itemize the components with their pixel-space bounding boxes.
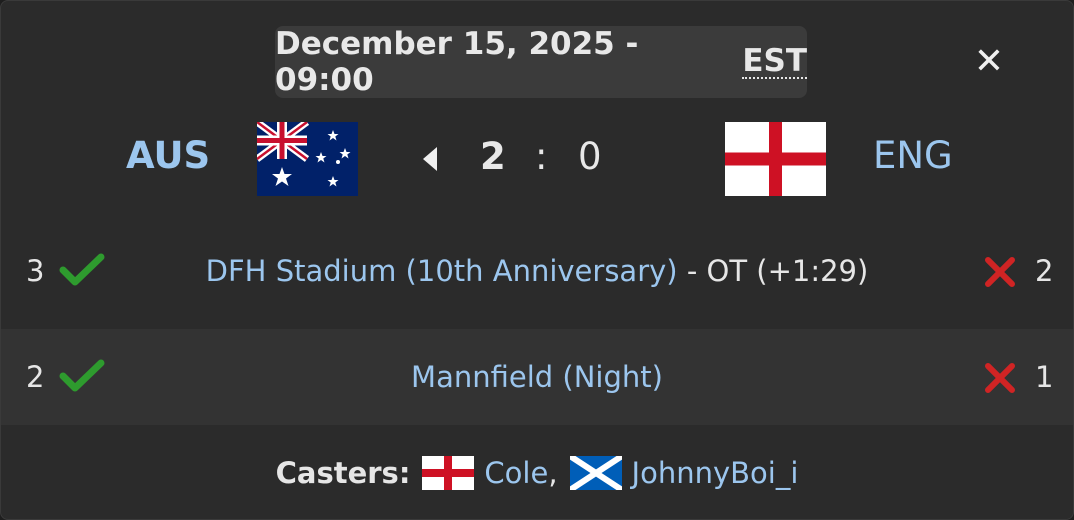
england-flag-icon xyxy=(422,456,475,490)
match-details-panel: December 15, 2025 - 09:00 EST ✕ AUS 2 : … xyxy=(0,0,1074,520)
home-team-code[interactable]: AUS xyxy=(126,134,210,177)
overtime-info: - OT (+1:29) xyxy=(677,254,869,288)
away-game-goals: 1 xyxy=(1035,360,1054,394)
game-info: DFH Stadium (10th Anniversary) - OT (+1:… xyxy=(111,254,963,288)
home-score: 2 xyxy=(480,135,506,178)
previous-arrow-icon[interactable] xyxy=(423,147,437,171)
game-row: 3 DFH Stadium (10th Anniversary) - OT (+… xyxy=(1,223,1073,319)
score-separator: : xyxy=(535,135,548,178)
match-datetime: December 15, 2025 - 09:00 EST xyxy=(275,26,807,98)
england-flag-icon xyxy=(725,122,826,196)
away-team-code[interactable]: ENG xyxy=(873,134,953,177)
arena-link[interactable]: DFH Stadium (10th Anniversary) xyxy=(206,254,678,288)
caster-separator: , xyxy=(548,456,558,490)
game-row: 2 Mannfield (Night) 1 xyxy=(1,329,1073,425)
check-icon xyxy=(59,359,105,392)
cross-icon xyxy=(985,363,1015,393)
close-button[interactable]: ✕ xyxy=(969,40,1009,82)
away-game-goals: 2 xyxy=(1035,254,1054,288)
timezone-abbr[interactable]: EST xyxy=(742,45,807,80)
check-icon xyxy=(59,253,105,286)
close-icon: ✕ xyxy=(973,40,1005,82)
home-game-goals: 3 xyxy=(26,254,45,288)
match-date: December 15, 2025 - 09:00 xyxy=(275,26,639,98)
arena-link[interactable]: Mannfield (Night) xyxy=(411,360,663,394)
caster-link[interactable]: Cole xyxy=(484,456,548,490)
cross-icon xyxy=(985,257,1015,287)
casters-label: Casters: xyxy=(275,456,411,490)
scotland-flag-icon xyxy=(569,456,622,490)
away-score: 0 xyxy=(578,135,602,178)
game-info: Mannfield (Night) xyxy=(111,360,963,394)
caster-link[interactable]: JohnnyBoi_i xyxy=(632,456,799,490)
home-game-goals: 2 xyxy=(26,360,45,394)
australia-flag-icon xyxy=(257,122,358,196)
casters-line: Casters: Cole, JohnnyBoi_i xyxy=(1,447,1073,499)
